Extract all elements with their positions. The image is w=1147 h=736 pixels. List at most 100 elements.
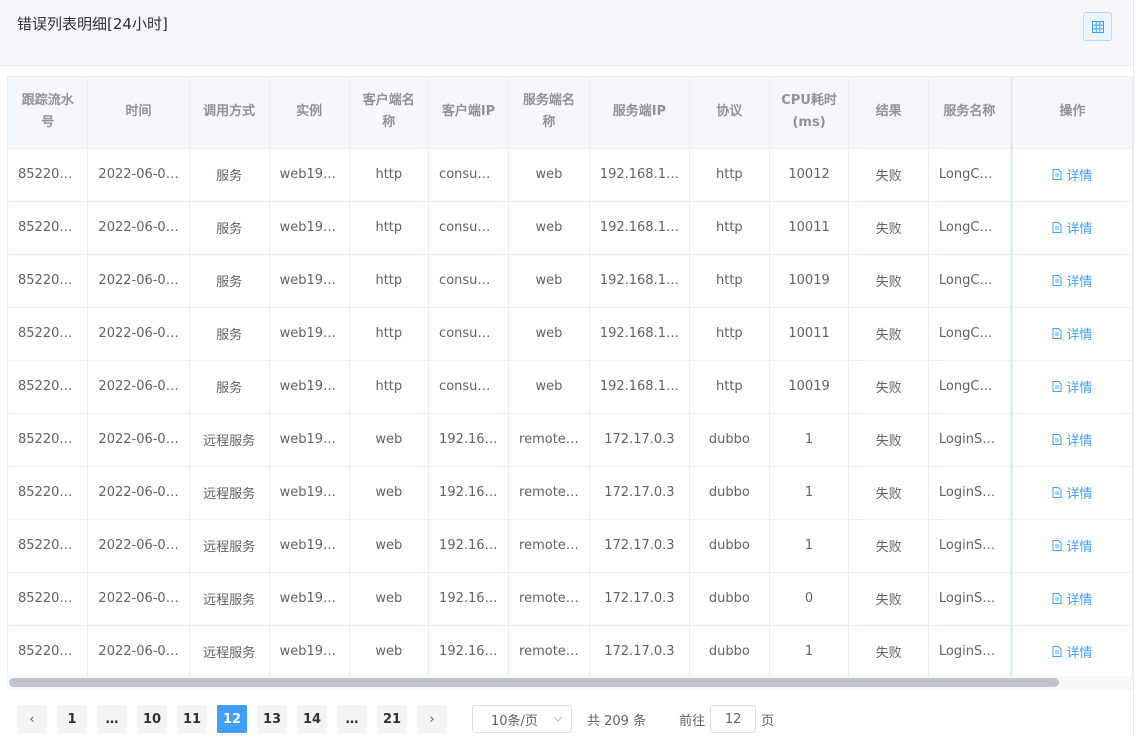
table-cell: http bbox=[689, 360, 770, 414]
document-icon bbox=[1052, 169, 1062, 180]
table-cell: 85220… bbox=[8, 625, 89, 679]
detail-link[interactable]: 详情 bbox=[1052, 377, 1092, 396]
table-cell: web bbox=[508, 201, 590, 255]
table-cell: dubbo bbox=[689, 519, 770, 573]
table-cell: consu… bbox=[428, 360, 510, 414]
table-cell: 85220… bbox=[8, 360, 89, 414]
goto-page-input[interactable]: 12 bbox=[710, 705, 757, 733]
table-cell: 2022-06-0… bbox=[87, 572, 190, 626]
prev-page-button[interactable]: ‹ bbox=[17, 705, 47, 733]
goto-suffix: 页 bbox=[761, 713, 775, 729]
page-size-select[interactable]: 10条/页 bbox=[472, 705, 572, 733]
table-cell: 2022-06-0… bbox=[87, 201, 190, 255]
page-vertical-scrollbar[interactable] bbox=[1133, 0, 1147, 736]
page-button[interactable]: 14 bbox=[297, 705, 327, 733]
table-cell: 2022-06-0… bbox=[87, 254, 190, 308]
table-cell: consu… bbox=[428, 148, 510, 202]
page-button[interactable]: 12 bbox=[217, 705, 247, 733]
table-cell: 172.17.0.3 bbox=[589, 572, 690, 626]
document-icon bbox=[1052, 487, 1062, 498]
table-cell: 失败 bbox=[848, 519, 929, 573]
column-header: 客户端IP bbox=[428, 77, 510, 149]
detail-link[interactable]: 详情 bbox=[1052, 642, 1092, 661]
table-header-row: 跟踪流水号 时间 调用方式 实例 客户端名称 客户端IP 服务端名称 服务端IP 协议 CPU耗时… bbox=[8, 77, 1133, 149]
next-page-button[interactable]: › bbox=[417, 705, 447, 733]
table-cell: web bbox=[508, 148, 590, 202]
table-row: 85220… 2022-06-0… 服务 web19… http consu… web 192… bbox=[8, 360, 1133, 414]
table-cell: consu… bbox=[428, 254, 510, 308]
page-button[interactable]: 13 bbox=[257, 705, 287, 733]
table-cell: 85220… bbox=[8, 201, 89, 255]
table-cell: remote… bbox=[508, 572, 590, 626]
pagination: ‹ 1 … 10 11 12 13 14 … 21 › 10条/页 共 209 条 前往 12 … bbox=[17, 705, 774, 733]
table-cell: web19… bbox=[269, 625, 350, 679]
table-cell: LoginS… bbox=[928, 572, 1012, 626]
detail-link[interactable]: 详情 bbox=[1052, 165, 1092, 184]
page-button[interactable]: 10 bbox=[137, 705, 167, 733]
table-cell: 远程服务 bbox=[189, 413, 270, 467]
table-cell: dubbo bbox=[689, 625, 770, 679]
document-icon bbox=[1052, 275, 1062, 286]
table-cell: LoginS… bbox=[928, 466, 1012, 520]
table-cell: LongC… bbox=[928, 148, 1012, 202]
table-cell: 1 bbox=[769, 466, 850, 520]
document-icon bbox=[1052, 328, 1062, 339]
goto-page: 前往 12 页 bbox=[679, 705, 774, 733]
document-icon bbox=[1052, 222, 1062, 233]
detail-link-label: 详情 bbox=[1066, 381, 1093, 396]
table-cell: 192.16… bbox=[428, 519, 510, 573]
table-cell: 远程服务 bbox=[189, 625, 270, 679]
table-cell: 10019 bbox=[769, 254, 850, 308]
column-header: 实例 bbox=[269, 77, 350, 149]
detail-link-label: 详情 bbox=[1066, 328, 1093, 343]
action-cell: 详情 bbox=[1009, 466, 1133, 520]
table-cell: LoginS… bbox=[928, 519, 1012, 573]
table-cell: 失败 bbox=[848, 254, 929, 308]
page-ellipsis-button[interactable]: … bbox=[97, 705, 127, 733]
document-icon bbox=[1052, 593, 1062, 604]
table-cell: 2022-06-0… bbox=[87, 625, 190, 679]
page-button[interactable]: 11 bbox=[177, 705, 207, 733]
detail-link[interactable]: 详情 bbox=[1052, 271, 1092, 290]
detail-link[interactable]: 详情 bbox=[1052, 483, 1092, 502]
detail-link[interactable]: 详情 bbox=[1052, 589, 1092, 608]
detail-link-label: 详情 bbox=[1066, 169, 1093, 184]
table-cell: 10011 bbox=[769, 307, 850, 361]
table-row: 85220… 2022-06-0… 远程服务 web19… web 192.16… remo… bbox=[8, 625, 1133, 679]
detail-link-label: 详情 bbox=[1066, 487, 1093, 502]
column-header: 客户端名称 bbox=[349, 77, 430, 149]
column-header: 时间 bbox=[87, 77, 190, 149]
table-cell: 1 bbox=[769, 519, 850, 573]
detail-link[interactable]: 详情 bbox=[1052, 218, 1092, 237]
page-ellipsis-button[interactable]: … bbox=[337, 705, 367, 733]
error-table: 跟踪流水号 时间 调用方式 实例 客户端名称 客户端IP 服务端名称 服务端IP 协议 CPU耗时… bbox=[7, 76, 1133, 690]
table-cell: http bbox=[689, 201, 770, 255]
action-cell: 详情 bbox=[1009, 254, 1133, 308]
table-cell: consu… bbox=[428, 201, 510, 255]
page-button[interactable]: 21 bbox=[377, 705, 407, 733]
page-list: 1 … 10 11 12 13 14 … 21 bbox=[57, 705, 417, 733]
table-cell: 2022-06-0… bbox=[87, 307, 190, 361]
table-cell: 192.168.1… bbox=[589, 307, 690, 361]
column-header: 服务端名称 bbox=[508, 77, 590, 149]
column-toggle-button[interactable] bbox=[1083, 12, 1112, 41]
document-icon bbox=[1052, 646, 1062, 657]
table-cell: 服务 bbox=[189, 201, 270, 255]
detail-link[interactable]: 详情 bbox=[1052, 536, 1092, 555]
table-cell: LongC… bbox=[928, 307, 1012, 361]
detail-link[interactable]: 详情 bbox=[1052, 324, 1092, 343]
table-cell: 服务 bbox=[189, 148, 270, 202]
table-cell: web bbox=[349, 413, 430, 467]
table-horizontal-scrollbar[interactable] bbox=[7, 676, 1133, 690]
table-cell: 172.17.0.3 bbox=[589, 625, 690, 679]
table-row: 85220… 2022-06-0… 服务 web19… http consu… web 192… bbox=[8, 254, 1133, 308]
page-button[interactable]: 1 bbox=[57, 705, 87, 733]
action-cell: 详情 bbox=[1009, 148, 1133, 202]
table-cell: web bbox=[349, 466, 430, 520]
detail-link[interactable]: 详情 bbox=[1052, 430, 1092, 449]
table-body: 85220… 2022-06-0… 服务 web19… http consu… web 192… bbox=[8, 148, 1133, 679]
table-cell: 失败 bbox=[848, 307, 929, 361]
table-cell: web bbox=[349, 519, 430, 573]
table-cell: 192.16… bbox=[428, 572, 510, 626]
scrollbar-thumb[interactable] bbox=[9, 678, 1059, 687]
